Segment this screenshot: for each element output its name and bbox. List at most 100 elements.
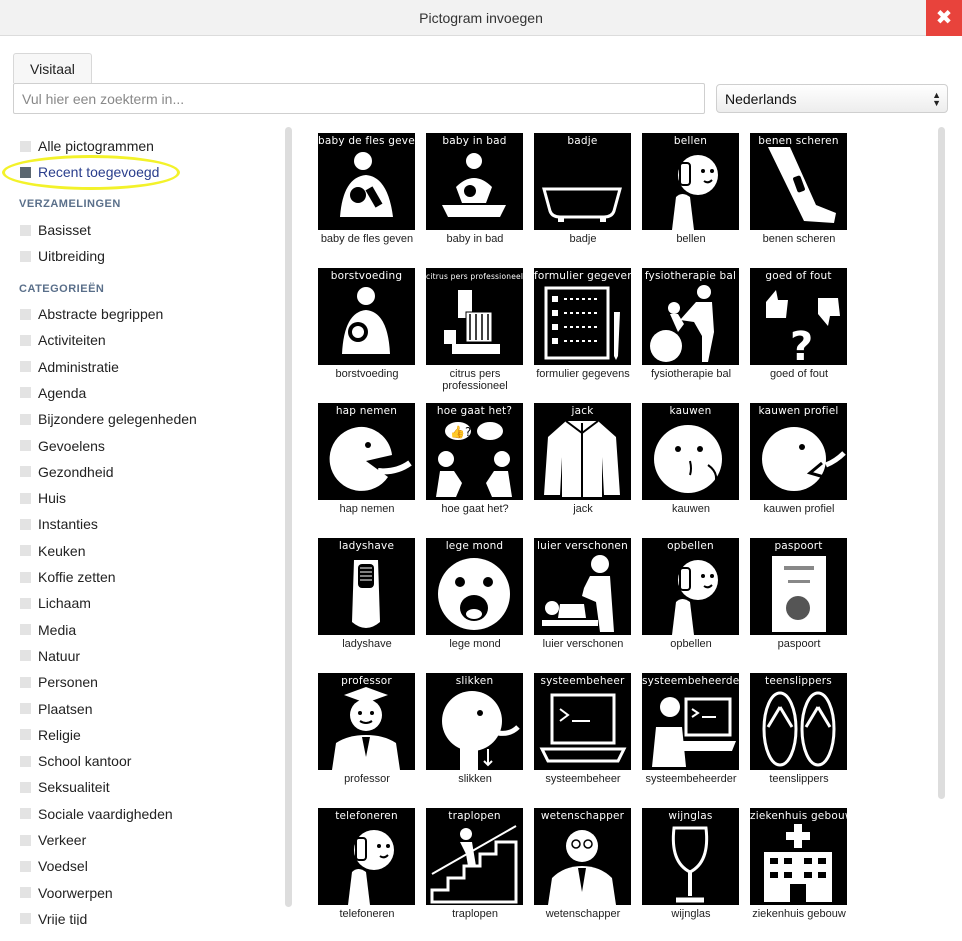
sidebar-category-item[interactable]: Vrije tijd (20, 909, 87, 925)
sidebar-category-item[interactable]: School kantoor (20, 751, 131, 771)
pictogram-caption: telefoneren (339, 908, 395, 920)
pictogram-caption: goed of fout (769, 368, 829, 380)
sidebar-category-item[interactable]: Lichaam (20, 593, 91, 613)
pictogram-item[interactable]: paspoort paspoort (750, 538, 847, 658)
tab-visitaal[interactable]: Visitaal (13, 53, 92, 83)
checkbox-icon (20, 834, 31, 846)
thumbs-question-icon: ? (758, 290, 840, 365)
pictogram-tile: teenslippers (750, 673, 847, 770)
pictogram-item[interactable]: jack jack (534, 403, 631, 523)
phone-call-icon (672, 560, 718, 635)
stairs-icon (430, 825, 518, 904)
pictogram-caption: professor (344, 773, 390, 785)
pictogram-caption: luier verschonen (542, 638, 624, 650)
sidebar-category-item[interactable]: Religie (20, 725, 81, 745)
pictogram-caption: systeembeheer (545, 773, 621, 785)
pictogram-item[interactable]: hoe gaat het? 👍? hoe gaat het? (426, 403, 523, 523)
baby-bath-icon (442, 153, 506, 217)
checkbox-icon (20, 571, 31, 583)
pictogram-tile-label: jack (571, 405, 594, 417)
sidebar-category-item[interactable]: Gevoelens (20, 436, 105, 456)
pictogram-item[interactable]: kauwen kauwen (642, 403, 739, 523)
sidebar-category-item[interactable]: Bijzondere gelegenheden (20, 409, 197, 429)
pictogram-item[interactable]: luier verschonen luier verschonen (534, 538, 631, 658)
sidebar-category-item[interactable]: Media (20, 620, 76, 640)
sidebar-category-item[interactable]: Activiteiten (20, 330, 106, 350)
pictogram-item[interactable]: traplopen traplopen (426, 808, 523, 925)
sidebar-category-item[interactable]: Natuur (20, 646, 80, 666)
checkbox-icon (20, 224, 31, 236)
pictogram-caption: systeembeheerder (645, 773, 737, 785)
sidebar-item-recent-toegevoegd[interactable]: Recent toegevoegd (20, 162, 159, 182)
pictogram-tile-label: systeembeheer (540, 675, 625, 687)
sidebar-category-item[interactable]: Plaatsen (20, 699, 92, 719)
pictogram-item[interactable]: baby in bad baby in bad (426, 133, 523, 253)
sidebar-scrollbar[interactable] (285, 127, 292, 907)
pictogram-item[interactable]: ziekenhuis gebouw ziekenhuis gebouw (750, 808, 847, 925)
juicer-icon (444, 290, 500, 354)
pictogram-item[interactable]: bellen bellen (642, 133, 739, 253)
pictogram-tile-label: hoe gaat het? (436, 405, 513, 417)
sidebar-category-item[interactable]: Sociale vaardigheden (20, 804, 173, 824)
pictogram-item[interactable]: systeembeheer systeembeheer (534, 673, 631, 793)
pictogram-tile-label: ladyshave (338, 540, 395, 552)
sidebar-category-item[interactable]: Keuken (20, 541, 85, 561)
sidebar-category-item[interactable]: Abstracte begrippen (20, 304, 163, 324)
pictogram-item[interactable]: fysiotherapie bal fysiotherapie bal (642, 268, 739, 388)
pictogram-item[interactable]: wijnglas wijnglas (642, 808, 739, 925)
language-select[interactable]: Nederlands ▲ ▼ (716, 84, 948, 113)
sidebar-item-basisset[interactable]: Basisset (20, 220, 91, 240)
pictogram-caption: paspoort (777, 638, 821, 650)
diaper-change-icon (542, 555, 614, 632)
sidebar-category-item[interactable]: Personen (20, 672, 98, 692)
sidebar-category-item[interactable]: Gezondheid (20, 462, 114, 482)
pictogram-item[interactable]: formulier gegevens formulier gegevens (534, 268, 631, 388)
pictogram-item[interactable]: slikken slikken (426, 673, 523, 793)
sidebar-category-item[interactable]: Voorwerpen (20, 883, 113, 903)
pictogram-item[interactable]: ladyshave ladyshave (318, 538, 415, 658)
close-button[interactable]: ✖ (926, 0, 962, 36)
pictogram-tile: wijnglas (642, 808, 739, 905)
sidebar-category-item[interactable]: Huis (20, 488, 66, 508)
pictogram-tile-label: hap nemen (335, 405, 398, 417)
pictogram-item[interactable]: systeembeheerder systeembeheerder (642, 673, 739, 793)
sidebar-category-item[interactable]: Agenda (20, 383, 86, 403)
pictogram-item[interactable]: professor professor (318, 673, 415, 793)
sidebar-item-label: Seksualiteit (38, 779, 110, 796)
pictogram-tile-label: systeembeheerder (642, 675, 739, 687)
pictogram-item[interactable]: hap nemen hap nemen (318, 403, 415, 523)
pictogram-item[interactable]: badje badje (534, 133, 631, 253)
sidebar-category-item[interactable]: Verkeer (20, 830, 86, 850)
pictogram-item[interactable]: citrus pers professioneel citrus pers pro… (426, 268, 523, 392)
pictogram-tile-label: wijnglas (668, 810, 713, 822)
grid-scrollbar[interactable] (938, 127, 945, 799)
pictogram-item[interactable]: goed of fout? goed of fout (750, 268, 847, 388)
sidebar-item-alle-pictogrammen[interactable]: Alle pictogrammen (20, 136, 154, 156)
pictogram-tile-label: kauwen profiel (758, 405, 839, 417)
pictogram-item[interactable]: wetenschapper wetenschapper (534, 808, 631, 925)
pictogram-tile-label: ziekenhuis gebouw (750, 810, 847, 822)
pictogram-item[interactable]: telefoneren telefoneren (318, 808, 415, 925)
pictogram-tile-label: citrus pers professioneel (426, 272, 523, 281)
pictogram-tile: borstvoeding (318, 268, 415, 365)
pictogram-caption: kauwen profiel (763, 503, 835, 515)
pictogram-tile: traplopen (426, 808, 523, 905)
sidebar-category-item[interactable]: Seksualiteit (20, 777, 110, 797)
sidebar-category-item[interactable]: Voedsel (20, 856, 88, 876)
sidebar-category-item[interactable]: Instanties (20, 514, 98, 534)
pictogram-tile-label: wetenschapper (540, 810, 625, 822)
pictogram-item[interactable]: kauwen profiel kauwen profiel (750, 403, 847, 523)
pictogram-item[interactable]: borstvoeding borstvoeding (318, 268, 415, 388)
sidebar-item-label: Lichaam (38, 595, 91, 612)
pictogram-item[interactable]: teenslippers teenslippers (750, 673, 847, 793)
sidebar-category-item[interactable]: Administratie (20, 357, 119, 377)
pictogram-item[interactable]: opbellen opbellen (642, 538, 739, 658)
pictogram-item[interactable]: benen scheren benen scheren (750, 133, 847, 253)
search-input[interactable] (13, 83, 705, 114)
sidebar-category-item[interactable]: Koffie zetten (20, 567, 116, 587)
pictogram-item[interactable]: baby de fles geven baby de fles geven (318, 133, 415, 253)
sidebar-item-label: Gevoelens (38, 437, 105, 454)
pictogram-item[interactable]: lege mond lege mond (426, 538, 523, 658)
checkbox-icon (20, 518, 31, 530)
sidebar-item-uitbreiding[interactable]: Uitbreiding (20, 246, 105, 266)
